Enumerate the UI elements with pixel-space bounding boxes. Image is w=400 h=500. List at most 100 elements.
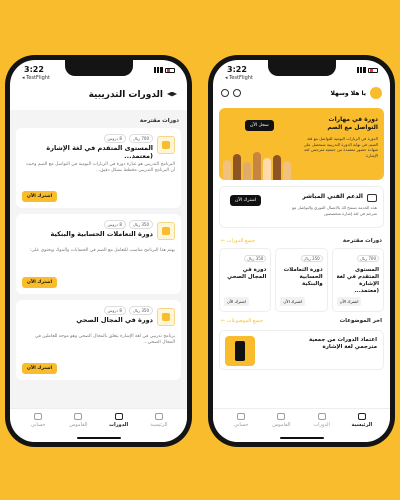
status-icons bbox=[357, 67, 378, 73]
notch bbox=[267, 60, 336, 76]
battery-icon bbox=[368, 67, 378, 73]
section-title: دورات مقترحة bbox=[139, 118, 179, 124]
subscribe-button[interactable]: اشترك الآن bbox=[22, 363, 58, 374]
course-title: المستوى المتقدم في لغة الإشارة (معتمد... bbox=[46, 144, 153, 161]
home-icon bbox=[357, 413, 366, 420]
courses-page: الدورات التدريبية دورات مقترحة 700 ريال … bbox=[10, 82, 187, 408]
nav-label: الدورات bbox=[109, 422, 129, 428]
subscribe-button[interactable]: اشترك الآن bbox=[22, 191, 58, 202]
testflight-back[interactable]: ◂ TestFlight bbox=[225, 75, 253, 81]
graduation-cap-icon bbox=[167, 91, 177, 97]
course-mini-card[interactable]: 700 ريال المستوى المتقدم في لغة الإشارة … bbox=[331, 248, 384, 312]
course-description: يهتم هذا البرنامج مناسب للتعامل مع الصم … bbox=[29, 248, 175, 253]
greeting: يا هلا وسهلا bbox=[330, 89, 366, 97]
nav-label: حسابي bbox=[30, 422, 46, 428]
courses-icon bbox=[317, 413, 326, 420]
avatar[interactable] bbox=[370, 87, 382, 99]
subscribe-button[interactable]: اشترك الآن bbox=[224, 297, 249, 306]
nav-label: الرئيسية bbox=[150, 422, 168, 428]
suggested-cards: 700 ريال المستوى المتقدم في لغة الإشارة … bbox=[213, 246, 390, 314]
course-title: دورة التعاملات الحسابية والبنكية bbox=[283, 267, 323, 288]
course-title: المستوى المتقدم في لغة الإشارة (معتمد... bbox=[336, 267, 379, 295]
course-thumbnail bbox=[157, 136, 175, 154]
status-time: 3:22 bbox=[24, 65, 44, 74]
home-icon bbox=[154, 413, 163, 420]
page-header: الدورات التدريبية bbox=[10, 82, 187, 106]
topic-title: اعتماد الدورات من جمعية مترجمي لغة الإشا… bbox=[308, 337, 377, 351]
home-indicator bbox=[76, 437, 121, 439]
hero-title: دورة في مهارات التواصل مع الصم bbox=[327, 116, 378, 131]
course-mini-card[interactable]: 350 ريال دورة التعاملات الحسابية والبنكي… bbox=[275, 248, 328, 312]
home-page: يا هلا وسهلا دورة في مهارات التواصل مع ا… bbox=[213, 82, 390, 408]
price-badge: 700 ريال bbox=[356, 255, 379, 262]
nav-label: الدورات bbox=[313, 422, 330, 428]
nav-home[interactable]: الرئيسية bbox=[342, 413, 382, 442]
signal-icon bbox=[154, 67, 163, 73]
price-badge: 350 ريال bbox=[244, 255, 267, 262]
course-tags: 350 ريال 8 دروس bbox=[103, 220, 153, 229]
home-indicator bbox=[279, 437, 324, 439]
course-title: دورة في المجال الصحي bbox=[76, 316, 153, 324]
book-icon bbox=[74, 413, 83, 420]
bell-icon[interactable] bbox=[233, 89, 241, 97]
subscribe-button[interactable]: اشترك الآن bbox=[336, 297, 362, 306]
screen-home: 3:22 ◂ TestFlight يا هلا وسهلا دورة في م… bbox=[213, 60, 390, 442]
nav-account[interactable]: حسابي bbox=[18, 413, 58, 442]
course-thumbnail bbox=[157, 308, 175, 326]
hands-illustration bbox=[219, 148, 299, 180]
duration-badge: 8 دروس bbox=[103, 306, 126, 315]
support-description: هذه الخدمة تسمح لك بالاتصال الفوري والتو… bbox=[292, 205, 377, 216]
user-icon bbox=[34, 413, 43, 420]
course-title: دورة التعاملات الحسابية والبنكية bbox=[50, 230, 153, 238]
support-title: الدعم الفني المباشر bbox=[302, 193, 363, 200]
status-time: 3:22 bbox=[227, 65, 247, 74]
course-description: برنامج تدريبي في لغة الإشارة يتعلق بالمج… bbox=[34, 334, 175, 346]
subscribe-button[interactable]: اشترك الآن bbox=[280, 297, 306, 306]
support-subscribe-button[interactable]: اشترك الآن bbox=[230, 195, 262, 206]
course-description: البرنامج التدريبي هو عبارة دورة في الزيا… bbox=[25, 162, 175, 174]
course-thumbnail bbox=[157, 222, 175, 240]
user-circle-icon[interactable] bbox=[221, 89, 229, 97]
hero-banner[interactable]: دورة في مهارات التواصل مع الصم الدورة في… bbox=[219, 108, 384, 180]
course-card[interactable]: 350 ريال 8 دروس دورة التعاملات الحسابية … bbox=[16, 214, 181, 294]
phone-home: 3:22 ◂ TestFlight يا هلا وسهلا دورة في م… bbox=[208, 55, 395, 447]
price-badge: 700 ريال bbox=[128, 134, 153, 143]
course-card[interactable]: 350 ريال 8 دروس دورة في المجال الصحي برن… bbox=[16, 300, 181, 380]
suggested-header: دورات مقترحة جميع الدورات ← bbox=[213, 234, 390, 246]
notch bbox=[64, 60, 133, 76]
screen-courses: 3:22 ◂ TestFlight الدورات التدريبية دورا… bbox=[10, 60, 187, 442]
section-title: اخر الموضوعات bbox=[339, 318, 382, 324]
page-title: الدورات التدريبية bbox=[88, 90, 163, 100]
course-card[interactable]: 700 ريال 8 دروس المستوى المتقدم في لغة ا… bbox=[16, 128, 181, 208]
testflight-back[interactable]: ◂ TestFlight bbox=[22, 75, 50, 81]
topic-card[interactable]: اعتماد الدورات من جمعية مترجمي لغة الإشا… bbox=[219, 330, 384, 370]
nav-account[interactable]: حسابي bbox=[221, 413, 261, 442]
support-card[interactable]: الدعم الفني المباشر هذه الخدمة تسمح لك ب… bbox=[219, 186, 384, 228]
price-badge: 350 ريال bbox=[300, 255, 323, 262]
signal-icon bbox=[357, 67, 366, 73]
courses-icon bbox=[114, 413, 123, 420]
topic-image bbox=[225, 336, 255, 366]
battery-icon bbox=[165, 67, 175, 73]
subscribe-button[interactable]: اشترك الآن bbox=[22, 277, 58, 288]
all-topics-link[interactable]: جميع الموضوعات ← bbox=[221, 318, 263, 324]
all-courses-link[interactable]: جميع الدورات ← bbox=[221, 238, 255, 244]
nav-label: القاموس bbox=[272, 422, 291, 428]
top-bar: يا هلا وسهلا bbox=[213, 82, 390, 104]
nav-label: الرئيسية bbox=[351, 422, 373, 428]
duration-badge: 8 دروس bbox=[103, 220, 126, 229]
course-tags: 350 ريال 8 دروس bbox=[103, 306, 153, 315]
nav-label: القاموس bbox=[69, 422, 88, 428]
course-title: دورة في المجال الصحي bbox=[227, 267, 267, 281]
user-icon bbox=[237, 413, 246, 420]
courses-list: دورات مقترحة 700 ريال 8 دروس المستوى الم… bbox=[10, 110, 187, 408]
price-badge: 350 ريال bbox=[128, 220, 153, 229]
topics-header: اخر الموضوعات جميع الموضوعات ← bbox=[213, 314, 390, 326]
nav-home[interactable]: الرئيسية bbox=[139, 413, 179, 442]
phone-courses: 3:22 ◂ TestFlight الدورات التدريبية دورا… bbox=[5, 55, 192, 447]
video-call-icon bbox=[367, 194, 377, 202]
course-tags: 700 ريال 8 دروس bbox=[103, 134, 153, 143]
price-badge: 350 ريال bbox=[128, 306, 153, 315]
course-mini-card[interactable]: 350 ريال دورة في المجال الصحي اشترك الآن bbox=[219, 248, 272, 312]
register-button[interactable]: سجل الآن bbox=[245, 120, 274, 131]
